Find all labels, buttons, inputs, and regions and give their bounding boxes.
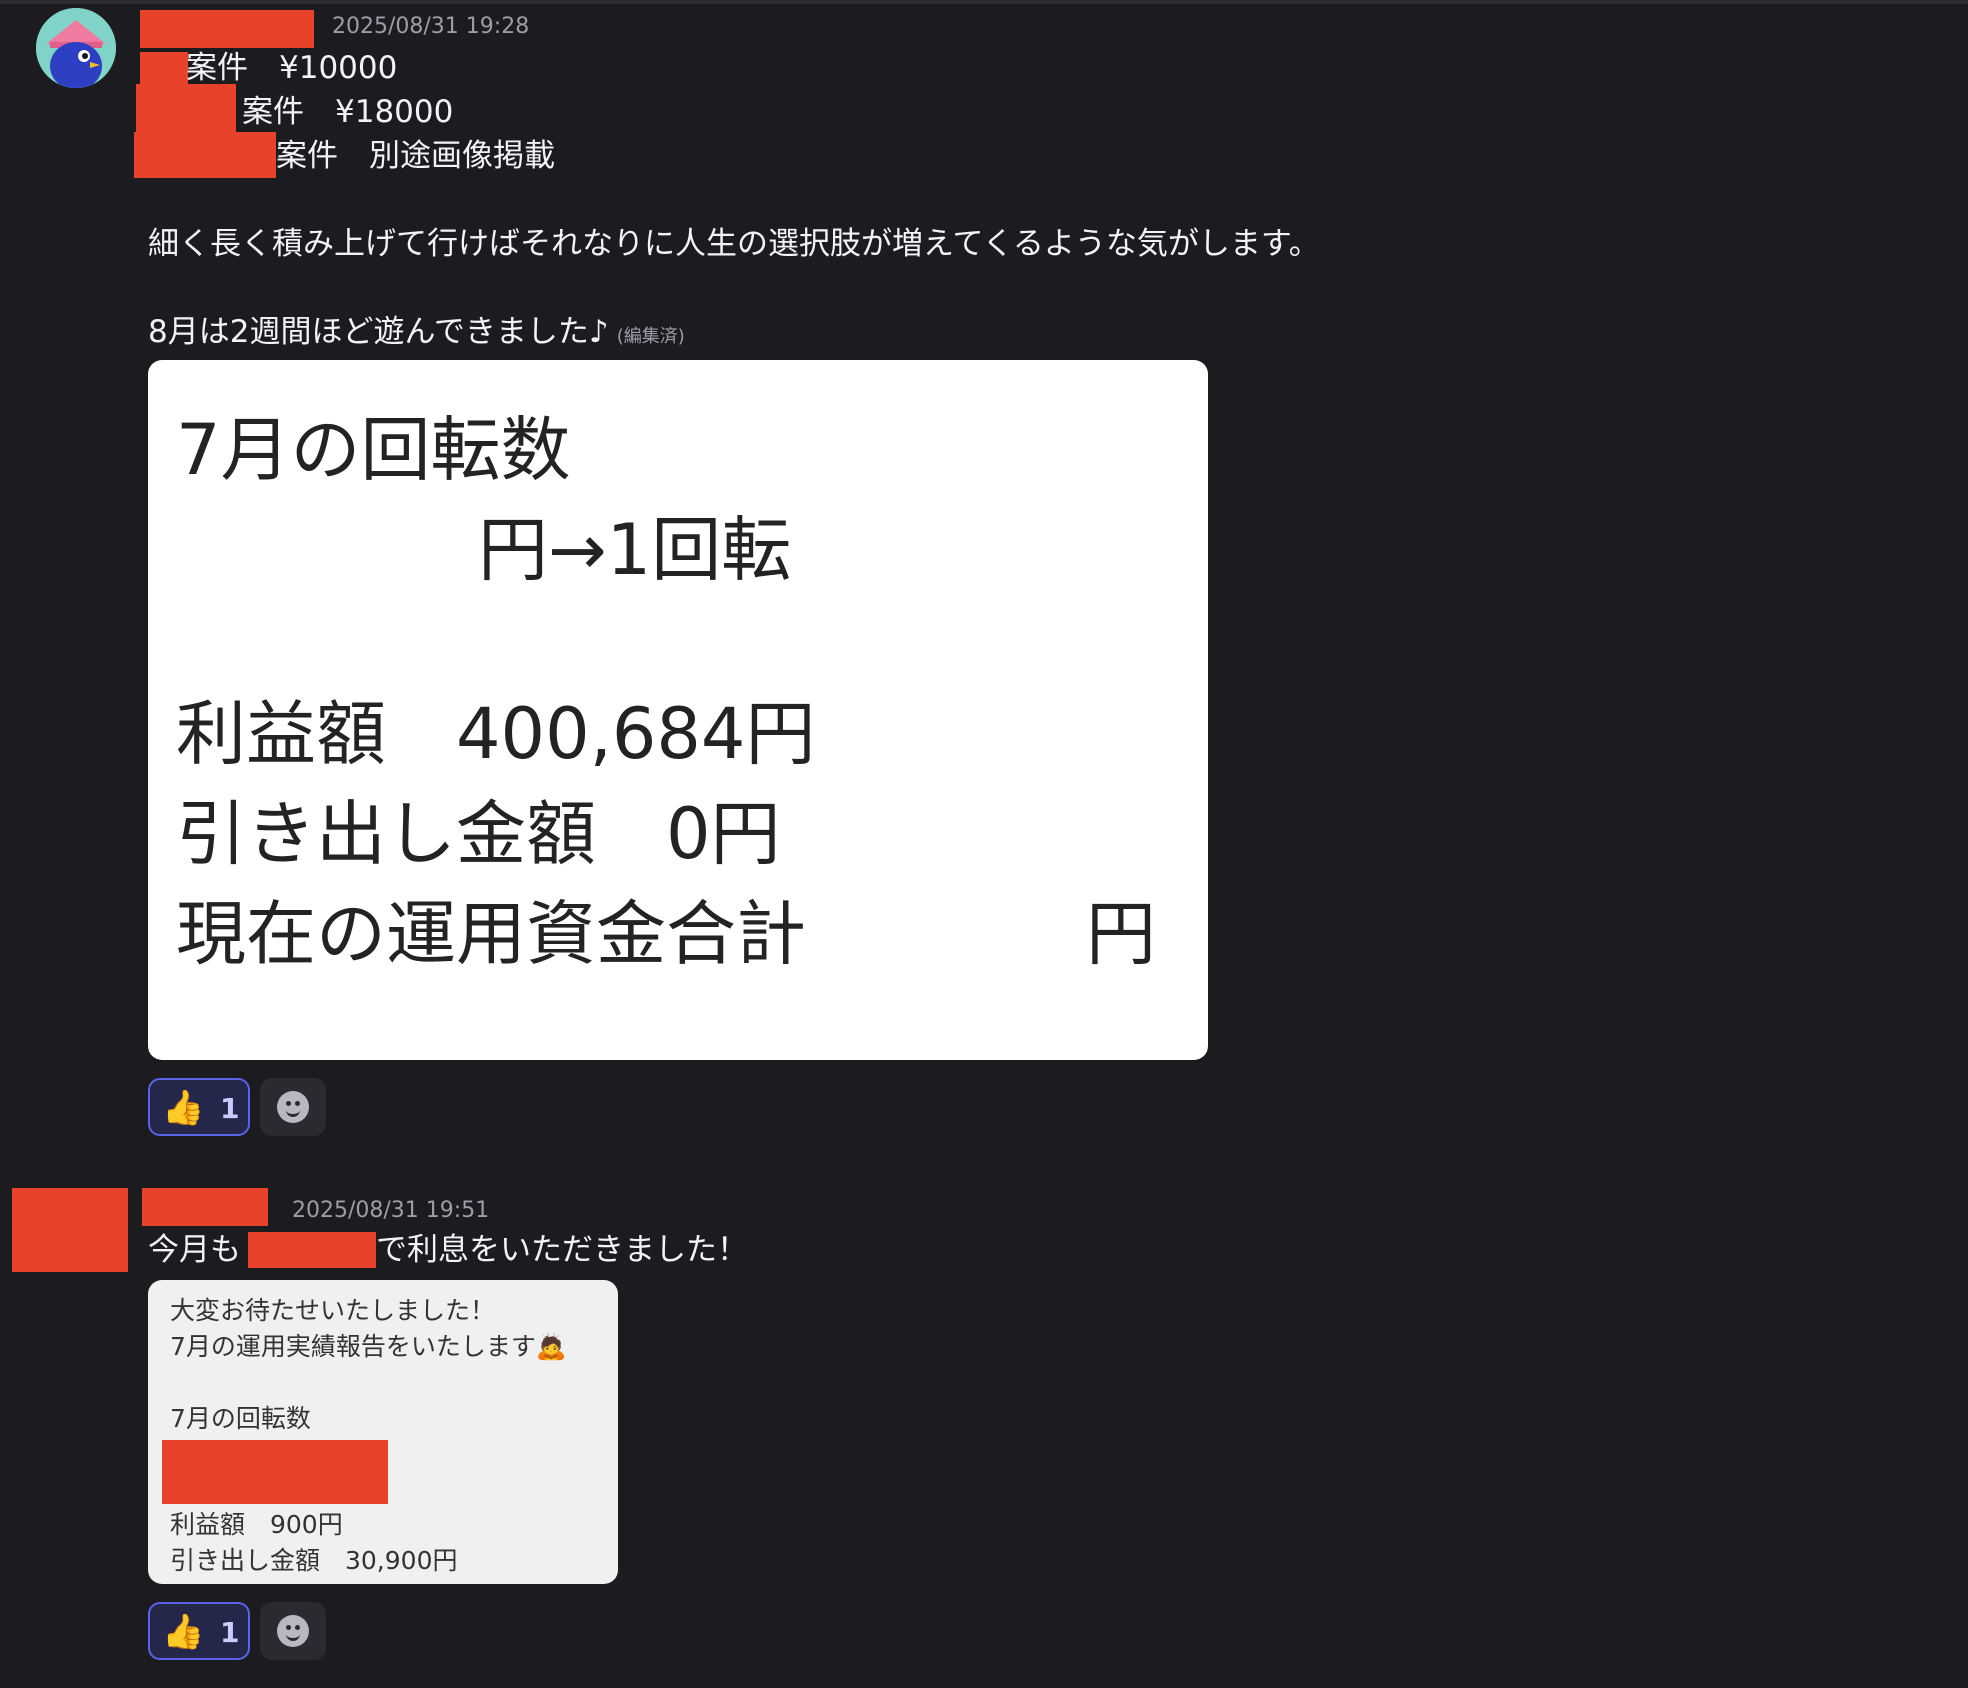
add-reaction-smiley-icon	[277, 1615, 309, 1647]
image-line: 引き出し金額 30,900円	[170, 1546, 458, 1575]
image-line: 円→1回転	[478, 509, 792, 591]
post1-timestamp: 2025/08/31 19:28	[332, 14, 530, 39]
image-line: 大変お待たせいたしました！	[170, 1296, 496, 1325]
thumbs-up-icon: 👍	[162, 1088, 205, 1128]
redacted-avatar	[12, 1188, 128, 1272]
post1-image[interactable]: 7月の回転数 円→1回転 利益額 400,684円 引き出し金額 0円 現在の運…	[148, 360, 1208, 1060]
thumbs-up-icon: 👍	[162, 1612, 205, 1652]
image-line: 利益額 400,684円	[176, 693, 816, 775]
add-reaction-button[interactable]	[260, 1602, 326, 1660]
post2-text-before: 今月も	[148, 1232, 241, 1268]
thumbs-up-reaction[interactable]: 👍 1	[148, 1078, 250, 1136]
reaction-count: 1	[220, 1616, 240, 1649]
image-line: 円	[1086, 893, 1156, 975]
redacted-username	[140, 10, 314, 48]
post2-text-after: で利息をいただきました！	[376, 1232, 748, 1268]
redaction-block	[136, 84, 236, 134]
post1-body: 細く長く積み上げて行けばそれなりに人生の選択肢が増えてくるような気がします。	[148, 226, 1320, 262]
avatar-bird-icon	[36, 8, 116, 88]
post1-line-2: 案件 ¥18000	[242, 94, 454, 130]
redaction-block	[134, 132, 276, 178]
top-divider	[0, 0, 1968, 4]
redaction-block	[248, 1232, 376, 1268]
image-line: 引き出し金額 0円	[176, 793, 781, 875]
add-reaction-button[interactable]	[260, 1078, 326, 1136]
thumbs-up-reaction[interactable]: 👍 1	[148, 1602, 250, 1660]
image-line: 現在の運用資金合計	[176, 893, 806, 975]
redaction-block	[162, 1440, 388, 1504]
add-reaction-smiley-icon	[277, 1091, 309, 1123]
post1-line-1: 案件 ¥10000	[186, 50, 398, 86]
post2-timestamp: 2025/08/31 19:51	[292, 1198, 490, 1223]
redacted-username	[142, 1188, 268, 1226]
reaction-count: 1	[220, 1092, 240, 1125]
post1-line-3: 案件 別途画像掲載	[276, 138, 555, 174]
post1-body2: 8月は2週間ほど遊んできました♪ (編集済)	[148, 314, 685, 350]
image-line: 7月の回転数	[170, 1404, 311, 1433]
edited-label: (編集済)	[616, 326, 685, 347]
avatar[interactable]	[36, 8, 116, 88]
redaction-block	[140, 52, 188, 86]
image-line: 7月の運用実績報告をいたします🙇	[170, 1332, 568, 1361]
image-line: 利益額 900円	[170, 1510, 343, 1539]
post2-image[interactable]: 大変お待たせいたしました！ 7月の運用実績報告をいたします🙇 7月の回転数 利益…	[148, 1280, 618, 1584]
image-line: 7月の回転数	[176, 409, 571, 491]
